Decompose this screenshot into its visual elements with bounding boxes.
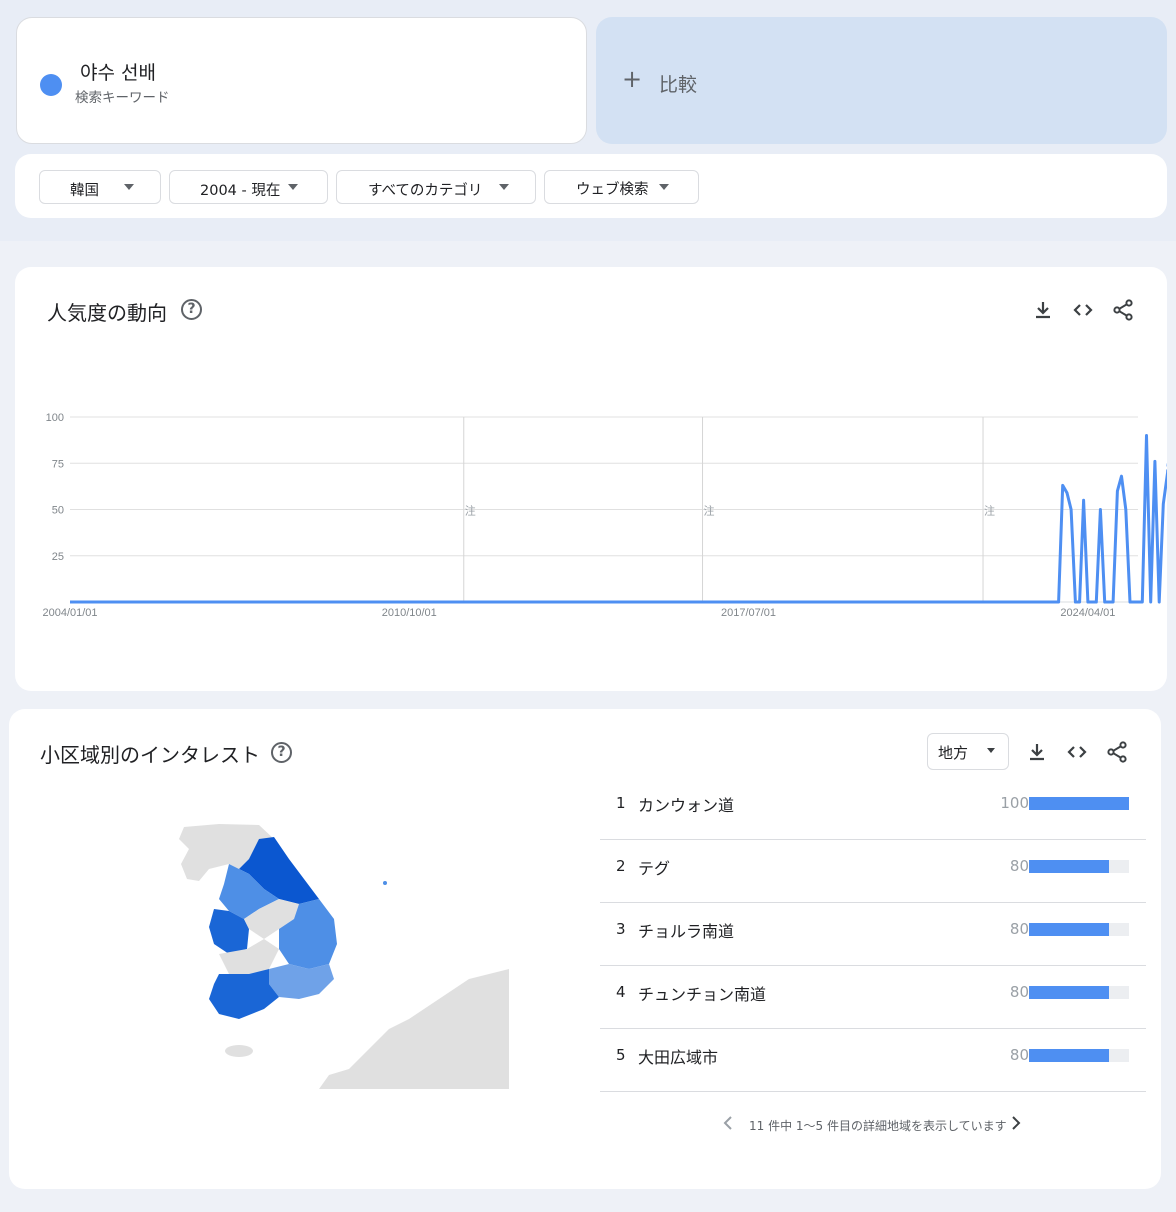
compare-button[interactable]: + 比較 <box>596 17 1167 144</box>
resolution-dropdown-label: 地方 <box>938 744 969 762</box>
map-region-gyeongnam <box>269 964 334 999</box>
subregion-name[interactable]: 大田広域市 <box>638 1044 718 1068</box>
annotation-label: 注 <box>465 504 476 518</box>
subregion-row[interactable]: 1 カンウォン道 100 <box>600 777 1146 840</box>
period-filter-label: 2004 - 現在 <box>200 183 281 199</box>
search-type-filter-label: ウェブ検索 <box>576 182 649 198</box>
search-type-filter-dropdown[interactable]: ウェブ検索 <box>544 170 699 204</box>
series-color-dot <box>40 74 62 96</box>
next-page-icon[interactable] <box>1008 1113 1024 1133</box>
share-icon[interactable] <box>1105 740 1129 764</box>
interest-over-time-card: 人気度の動向 ? 25 50 75 100 注注注 2004/01/01 2010/10/0… <box>15 267 1167 691</box>
subregion-bar-track <box>1029 923 1129 936</box>
x-tick-label: 2017/07/01 <box>721 607 776 619</box>
interest-by-subregion-title: 小区域別のインタレスト <box>40 743 260 767</box>
subregion-bar-fill <box>1029 986 1109 999</box>
subregion-row[interactable]: 4 チュンチョン南道 80 <box>600 966 1146 1029</box>
annotation-label: 注 <box>704 504 715 518</box>
previous-page-icon[interactable] <box>720 1113 736 1133</box>
subregion-value: 100 <box>1000 794 1029 812</box>
y-tick-label: 50 <box>52 505 64 517</box>
x-tick-label: 2024/04/01 <box>1060 607 1115 619</box>
search-term-title[interactable]: 야수 선배 <box>80 58 156 85</box>
subregion-name[interactable]: カンウォン道 <box>638 792 734 816</box>
subregion-rank: 3 <box>616 920 626 938</box>
subregion-row[interactable]: 3 チョルラ南道 80 <box>600 903 1146 966</box>
subregion-bar-fill <box>1029 797 1129 810</box>
y-tick-label: 25 <box>52 551 64 563</box>
interest-by-subregion-card: 小区域別のインタレスト ? 地方 1 カンウォン道 100 2 テグ 80 3 … <box>9 709 1161 1189</box>
subregion-row[interactable]: 2 テグ 80 <box>600 840 1146 903</box>
category-filter-label: すべてのカテゴリ <box>368 183 483 199</box>
period-filter-dropdown[interactable]: 2004 - 現在 <box>169 170 328 204</box>
caret-down-icon <box>499 184 509 190</box>
subregion-name[interactable]: テグ <box>638 855 670 879</box>
caret-down-icon <box>288 184 298 190</box>
embed-icon[interactable] <box>1065 740 1089 764</box>
subregion-value: 80 <box>1009 857 1029 875</box>
search-term-card[interactable]: 야수 선배 検索キーワード <box>16 17 587 144</box>
subregion-rank: 2 <box>616 857 626 875</box>
region-filter-label: 韓国 <box>70 183 99 199</box>
subregion-value: 80 <box>1009 983 1029 1001</box>
subregion-bar-track <box>1029 986 1129 999</box>
interest-over-time-chart[interactable]: 25 50 75 100 注 注 注 2004/01/01 2010/10/01 2017/07/… <box>15 267 1167 691</box>
filter-bar: 韓国 2004 - 現在 すべてのカテゴリ ウェブ検索 <box>15 154 1167 218</box>
subregion-map[interactable] <box>89 819 509 1089</box>
y-tick-label: 75 <box>52 458 64 470</box>
help-icon[interactable]: ? <box>271 742 292 763</box>
subregion-row[interactable]: 5 大田広域市 80 <box>600 1029 1146 1092</box>
download-icon[interactable] <box>1025 740 1049 764</box>
caret-down-icon <box>987 748 995 753</box>
annotation-label: 注 <box>984 504 995 518</box>
resolution-dropdown[interactable]: 地方 <box>927 733 1009 770</box>
subregion-bar-fill <box>1029 860 1109 873</box>
subregion-bar-track <box>1029 1049 1129 1062</box>
search-term-subtitle: 検索キーワード <box>75 90 170 106</box>
subregion-value: 80 <box>1009 1046 1029 1064</box>
subregion-name[interactable]: チョルラ南道 <box>638 918 734 942</box>
compare-label: 比較 <box>659 74 698 96</box>
subregion-rank: 1 <box>616 794 626 812</box>
map-region-ulleungdo <box>383 881 387 885</box>
pagination-text: 11 件中 1〜5 件目の詳細地域を表示しています <box>749 1119 1007 1133</box>
plus-icon: + <box>622 65 643 93</box>
subregion-rank: 4 <box>616 983 626 1001</box>
map-region-jeju <box>225 1045 253 1057</box>
region-filter-dropdown[interactable]: 韓国 <box>39 170 161 204</box>
subregion-bar-fill <box>1029 1049 1109 1062</box>
x-tick-label: 2004/01/01 <box>42 607 97 619</box>
y-tick-label: 100 <box>46 412 64 424</box>
caret-down-icon <box>659 184 669 190</box>
subregion-rank: 5 <box>616 1046 626 1064</box>
x-tick-label: 2010/10/01 <box>382 607 437 619</box>
subregion-bar-track <box>1029 860 1129 873</box>
subregion-value: 80 <box>1009 920 1029 938</box>
subregion-name[interactable]: チュンチョン南道 <box>638 981 766 1005</box>
map-region-jeonnam <box>209 969 279 1019</box>
series-line <box>70 434 1167 604</box>
caret-down-icon <box>124 184 134 190</box>
subregion-bar-track <box>1029 797 1129 810</box>
category-filter-dropdown[interactable]: すべてのカテゴリ <box>336 170 536 204</box>
subregion-bar-fill <box>1029 923 1109 936</box>
